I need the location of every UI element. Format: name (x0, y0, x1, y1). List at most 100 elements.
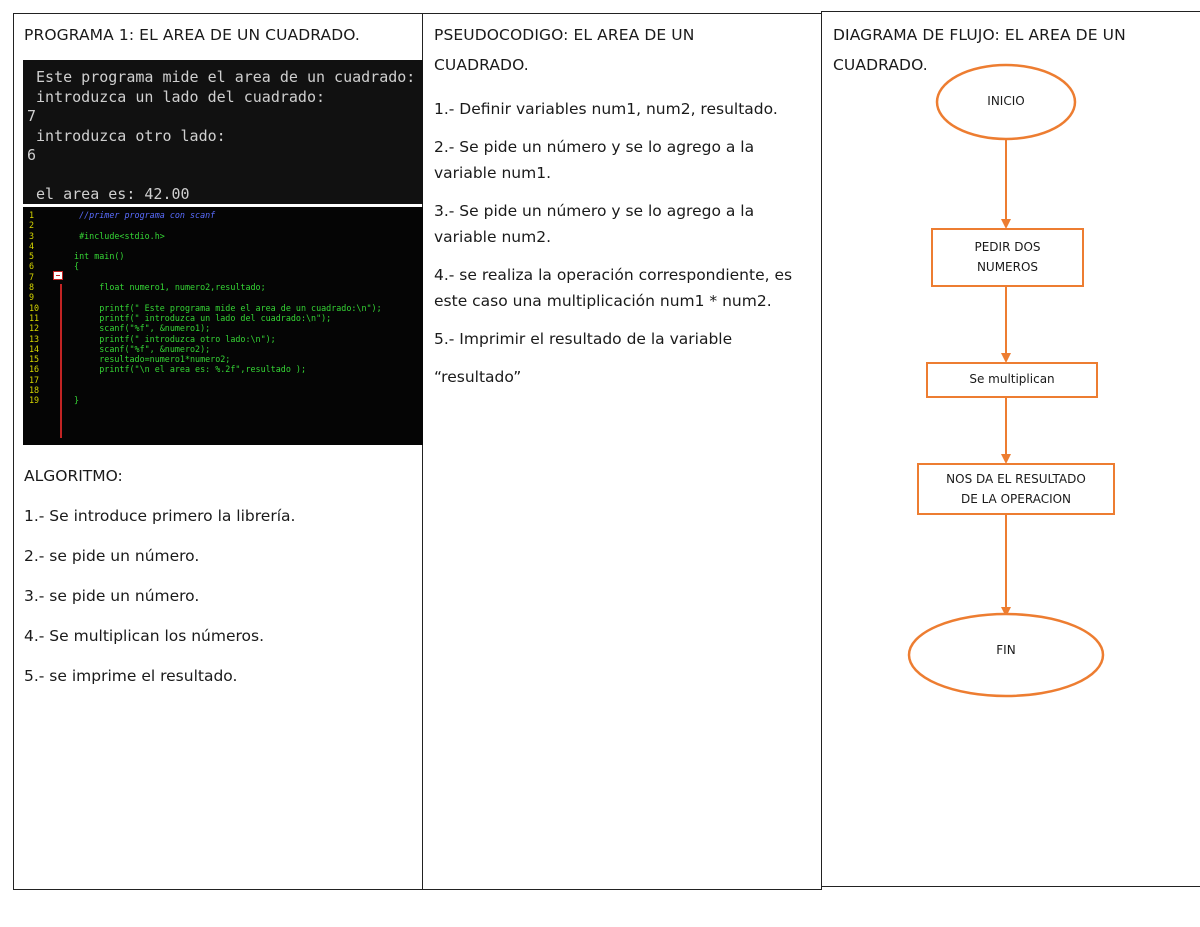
code-gutter (51, 375, 69, 385)
code-line: 15 resultado=numero1*numero2; (23, 354, 423, 364)
process-label: Se multiplican (969, 372, 1055, 386)
code-text: printf(" introduzca un lado del cuadrado… (69, 312, 332, 323)
code-line: 9 (23, 292, 423, 302)
line-number: 2 (29, 220, 35, 231)
code-text: float numero1, numero2,resultado; (69, 282, 266, 293)
code-gutter (51, 385, 69, 395)
code-line: 17 (23, 375, 423, 385)
line-number: 12 (29, 323, 40, 334)
code-gutter (51, 272, 69, 282)
line-number: 19 (29, 395, 40, 406)
table-top-border-right (822, 11, 1200, 12)
code-gutter (51, 313, 69, 323)
code-line: 13 printf(" introduzca otro lado:\n"); (23, 334, 423, 344)
code-line: 8 float numero1, numero2,resultado; (23, 282, 423, 292)
code-gutter (51, 220, 69, 230)
code-line: 12 scanf("%f", &numero1); (23, 323, 423, 333)
line-number: 14 (29, 343, 40, 354)
code-gutter (51, 395, 69, 405)
algorithm-steps: 1.- Se introduce primero la librería. 2.-… (24, 506, 295, 706)
flowchart-column: DIAGRAMA DE FLUJO: EL AREA DE UN CUADRAD… (822, 14, 1200, 698)
code-text: //primer programa con scanf (69, 210, 216, 220)
code-text: printf(" Este programa mide el area de u… (69, 302, 382, 313)
flowchart-svg (907, 63, 1115, 698)
code-line: 6 { (23, 261, 423, 271)
code-gutter (51, 323, 69, 333)
end-label: FIN (996, 643, 1016, 657)
code-gutter (51, 261, 69, 271)
code-gutter (51, 282, 69, 292)
code-gutter (51, 292, 69, 302)
input-label-line2: NUMEROS (976, 260, 1039, 274)
pseudocode-step: 3.- Se pide un número y se lo agrego a l… (434, 202, 755, 246)
console-line: introduzca un lado del cuadrado: (27, 87, 326, 106)
line-number: 17 (29, 374, 40, 385)
console-line: 7 (27, 107, 37, 125)
line-number: 9 (29, 292, 35, 303)
algorithm-step: 4.- Se multiplican los números. (24, 627, 265, 645)
input-label-line1: PEDIR DOS (974, 240, 1041, 254)
code-text: printf(" introduzca otro lado:\n"); (69, 333, 276, 344)
line-number: 1 (29, 210, 35, 220)
console-output: Este programa mide el area de un cuadrad… (23, 60, 423, 204)
console-line: el area es: 42.00 (27, 185, 190, 203)
code-line: 16 printf("\n el area es: %.2f",resultad… (23, 364, 423, 374)
table-left-border (13, 13, 14, 890)
pseudocode-column: PSEUDOCODIGO: EL AREA DE UN CUADRADO. 1.… (423, 14, 821, 386)
line-number: 5 (29, 251, 35, 262)
code-gutter (51, 364, 69, 374)
code-gutter (51, 241, 69, 251)
code-gutter (51, 354, 69, 364)
code-text: #include<stdio.h> (69, 230, 165, 241)
pseudocode-step: 5.- Imprimir el resultado de la variable (434, 330, 733, 348)
code-line: 19 } (23, 395, 423, 405)
code-text: scanf("%f", &numero1); (69, 323, 211, 334)
code-gutter (51, 231, 69, 241)
code-line: 4 (23, 241, 423, 251)
pseudocode-title-line2: CUADRADO. (434, 56, 529, 74)
code-line: 5 int main() (23, 251, 423, 261)
pseudocode-title: PSEUDOCODIGO: EL AREA DE UN CUADRADO. (434, 20, 821, 80)
output-label: NOS DA EL RESULTADO DE LA OPERACION (918, 469, 1114, 509)
output-label-line2: DE LA OPERACION (960, 492, 1072, 506)
table-bottom-border (13, 889, 822, 890)
code-gutter (51, 334, 69, 344)
console-line: 6 (27, 146, 37, 164)
code-gutter (51, 303, 69, 313)
code-line: 11 printf(" introduzca un lado del cuadr… (23, 313, 423, 323)
pseudocode-step: “resultado” (434, 368, 522, 386)
line-number: 15 (29, 354, 40, 365)
algorithm-step: 2.- se pide un número. (24, 547, 200, 565)
line-number: 8 (29, 282, 35, 293)
line-number: 16 (29, 364, 40, 375)
code-line: 2 (23, 220, 423, 230)
line-number: 3 (29, 230, 35, 241)
line-number: 13 (29, 333, 40, 344)
algorithm-step: 1.- Se introduce primero la librería. (24, 507, 296, 525)
code-line: 14 scanf("%f", &numero2); (23, 344, 423, 354)
pseudocode-step: 4.- se realiza la operación correspondie… (434, 266, 793, 310)
code-text: int main() (69, 251, 125, 262)
algorithm-step: 3.- se pide un número. (24, 587, 200, 605)
pseudocode-steps: 1.- Definir variables num1, num2, result… (434, 96, 819, 402)
program-column: PROGRAMA 1: EL AREA DE UN CUADRADO. Este… (13, 14, 423, 685)
program-title: PROGRAMA 1: EL AREA DE UN CUADRADO. (24, 26, 360, 44)
code-line: 7 (23, 272, 423, 282)
algorithm-step: 5.- se imprime el resultado. (24, 667, 238, 685)
line-number: 4 (29, 240, 35, 251)
flowchart: INICIO PEDIR DOS NUMEROS Se multiplican … (822, 14, 1200, 894)
code-text: scanf("%f", &numero2); (69, 343, 211, 354)
pseudocode-step: 1.- Definir variables num1, num2, result… (434, 100, 778, 118)
input-label: PEDIR DOS NUMEROS (932, 237, 1083, 277)
algorithm-title: ALGORITMO: (24, 467, 123, 485)
code-editor: 1 //primer programa con scanf 2 3 #include… (23, 207, 423, 445)
line-number: 7 (29, 271, 35, 282)
code-text: { (69, 261, 80, 272)
pseudocode-step: 2.- Se pide un número y se lo agrego a l… (434, 138, 755, 182)
console-line: introduzca otro lado: (27, 126, 226, 145)
